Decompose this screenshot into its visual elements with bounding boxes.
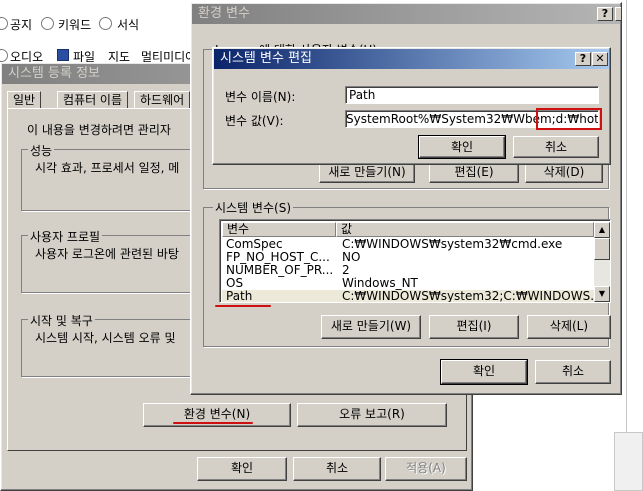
underline-annotation [173,422,253,424]
user-profile-group-label: 사용자 프로필 [28,228,103,245]
cancel-button[interactable]: 취소 [535,360,611,384]
error-reporting-button[interactable]: 오류 보고(R) [297,403,447,427]
cancel-button[interactable]: 취소 [293,457,381,481]
scroll-up-icon[interactable]: ▲ [594,222,610,238]
floppy-icon [57,49,69,61]
help-icon[interactable]: ? [597,7,613,21]
variable-value-label: 변수 값(V): [225,114,284,128]
vertical-scrollbar[interactable]: ▲ ▼ [594,222,610,302]
scroll-down-icon[interactable]: ▼ [594,286,610,302]
radio-button[interactable] [0,49,8,62]
help-icon[interactable]: ? [575,52,591,66]
environment-variables-titlebar[interactable]: 환경 변수 [192,4,620,24]
ok-button[interactable]: 확인 [440,359,528,385]
system-new-button[interactable]: 새로 만들기(W) [321,315,421,339]
underline-annotation [215,305,271,307]
radio-button[interactable] [0,17,8,30]
startup-recovery-description: 시스템 시작, 시스템 오류 및 [35,331,176,345]
close-icon[interactable]: ✕ [592,52,608,66]
system-properties-title: 시스템 등록 정보 [8,66,100,81]
highlight-box-annotation [536,108,602,130]
tab-computer-name[interactable]: 컴퓨터 이름 [57,91,129,109]
close-icon[interactable] [615,7,621,21]
environment-variables-title: 환경 변수 [198,6,250,21]
system-variables-list[interactable]: 변수 값 ComSpec C:₩WINDOWS₩system32₩cmd.exe… [219,219,611,303]
column-header-value[interactable]: 값 [336,222,594,237]
tab-hardware[interactable]: 하드웨어 [134,91,191,109]
radio-button[interactable] [41,17,54,30]
background-right-box [614,432,643,491]
ok-button[interactable]: 확인 [197,457,287,481]
edit-system-variable-dialog: 시스템 변수 편집 ? ✕ 변수 이름(N): Path 변수 값(V): Sy… [212,47,611,165]
background-right-panel [626,0,643,491]
radio-button[interactable] [99,17,112,30]
apply-button[interactable]: 적용(A) [385,457,467,481]
performance-description: 시각 효과, 프로세서 일정, 메 [35,161,180,175]
column-header-variable[interactable]: 변수 [222,222,336,237]
admin-note: 이 내용을 변경하려면 관리자 [27,123,171,137]
radio-label-format: 서식 [117,18,140,32]
user-profile-description: 사용자 로그온에 관련된 바탕 [35,247,179,261]
performance-group-label: 성능 [28,142,55,159]
tab-general[interactable]: 일반 [7,91,42,109]
radio-label-notice: 공지 [10,18,33,32]
scroll-thumb[interactable] [594,238,610,260]
system-delete-button[interactable]: 삭제(L) [527,315,611,339]
variable-name-input[interactable]: Path [345,86,599,104]
table-row-selected[interactable]: Path C:₩WINDOWS₩system32;C:₩WINDOWS... [222,290,602,302]
cancel-button[interactable]: 취소 [513,136,599,158]
edit-system-variable-title: 시스템 변수 편집 [220,51,312,66]
radio-label-keyword: 키워드 [58,18,92,32]
system-variables-group-label: 시스템 변수(S) [213,199,293,216]
system-edit-button[interactable]: 편집(I) [429,315,519,339]
startup-recovery-group-label: 시작 및 복구 [28,312,95,329]
ok-button[interactable]: 확인 [418,135,506,159]
variable-name-label: 변수 이름(N): [225,90,296,104]
edit-system-variable-titlebar[interactable]: 시스템 변수 편집 [214,49,609,69]
